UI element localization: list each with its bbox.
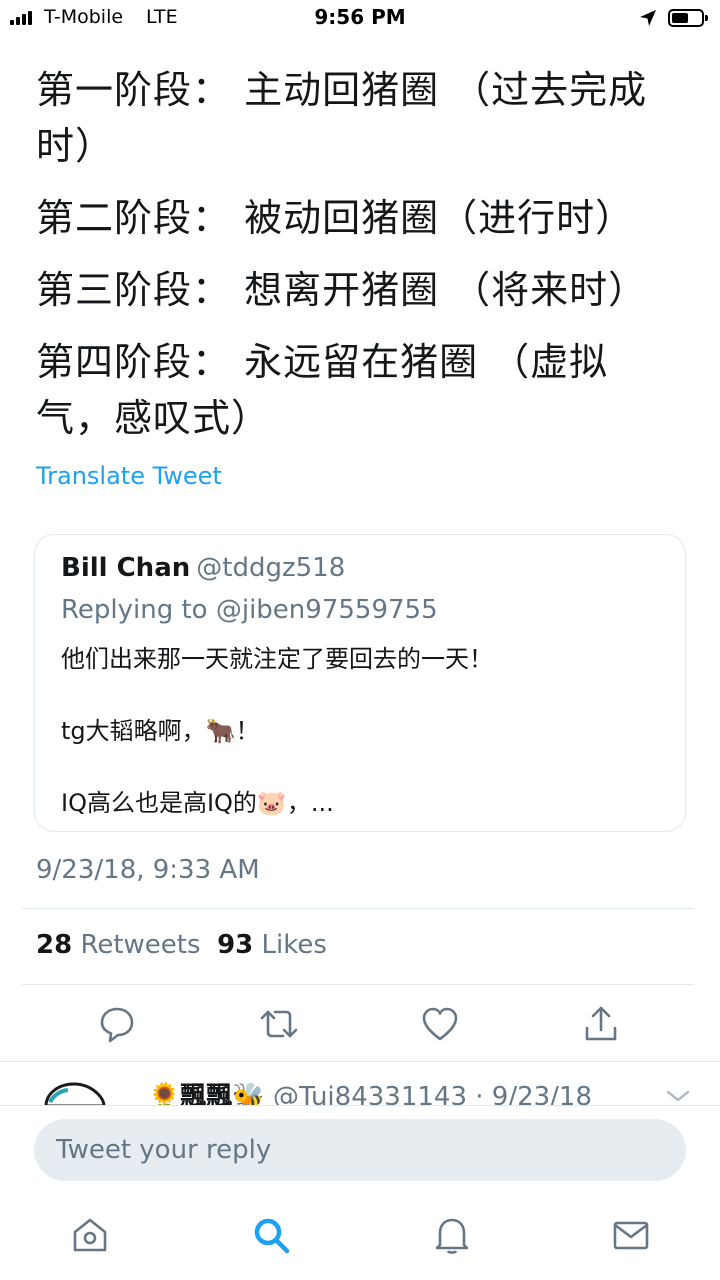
tweet-stats: 28 Retweets 93 Likes [36, 930, 327, 960]
divider [0, 1105, 720, 1106]
quoted-author-name: Bill Chan [61, 553, 191, 583]
tweet-line: 第二阶段： 被动回猪圈（进行时） [36, 196, 635, 240]
like-icon[interactable] [420, 1004, 460, 1044]
quoted-tweet-header: Bill Chan @tddgz518 [61, 553, 345, 583]
tweet-line: 第一阶段： 主动回猪圈 （过去完成时） [36, 68, 648, 168]
translate-tweet-link[interactable]: Translate Tweet [36, 462, 222, 490]
tweet-body: 第一阶段： 主动回猪圈 （过去完成时） 第二阶段： 被动回猪圈（进行时） 第三阶… [36, 62, 686, 446]
quoted-tweet-line: 他们出来那一天就注定了要回去的一天！ [61, 645, 493, 673]
tweet-line: 第四阶段： 永远留在猪圈 （虚拟气，感叹式） [36, 340, 609, 440]
search-icon[interactable] [251, 1215, 291, 1255]
divider [22, 908, 694, 909]
likes-label: Likes [261, 930, 327, 960]
status-bar: T-Mobile LTE 9:56 PM [0, 0, 720, 36]
replying-to-label: Replying to @jiben97559755 [61, 595, 438, 625]
tweet-line: 第三阶段： 想离开猪圈 （将来时） [36, 268, 648, 312]
retweets-count: 28 [36, 930, 73, 960]
retweets-stat[interactable]: 28 Retweets [36, 930, 201, 960]
clock: 9:56 PM [314, 5, 406, 29]
retweets-label: Retweets [80, 930, 201, 960]
quoted-tweet-card[interactable]: Bill Chan @tddgz518 Replying to @jiben975… [34, 534, 686, 832]
chevron-down-icon[interactable] [664, 1086, 692, 1106]
notifications-icon[interactable] [432, 1215, 472, 1255]
tweet-timestamp: 9/23/18, 9:33 AM [36, 855, 260, 885]
battery-icon [668, 9, 708, 27]
quoted-tweet-line: tg大韬略啊，🐂！ [61, 717, 260, 745]
quoted-tweet-line: IQ高么也是高IQ的🐷，... [61, 789, 334, 817]
likes-stat[interactable]: 93 Likes [217, 930, 327, 960]
divider [0, 1061, 720, 1062]
likes-count: 93 [217, 930, 254, 960]
reply-input[interactable] [34, 1119, 686, 1181]
share-icon[interactable] [581, 1004, 621, 1044]
retweet-icon[interactable] [259, 1004, 299, 1044]
reply-author-avatar[interactable] [44, 1080, 106, 1106]
reply-icon[interactable] [97, 1004, 137, 1044]
tab-bar [0, 1197, 720, 1280]
location-arrow-icon [640, 10, 656, 26]
messages-icon[interactable] [611, 1215, 651, 1255]
quoted-author-handle: @tddgz518 [196, 553, 346, 583]
divider [22, 984, 694, 985]
home-icon[interactable] [70, 1215, 110, 1255]
